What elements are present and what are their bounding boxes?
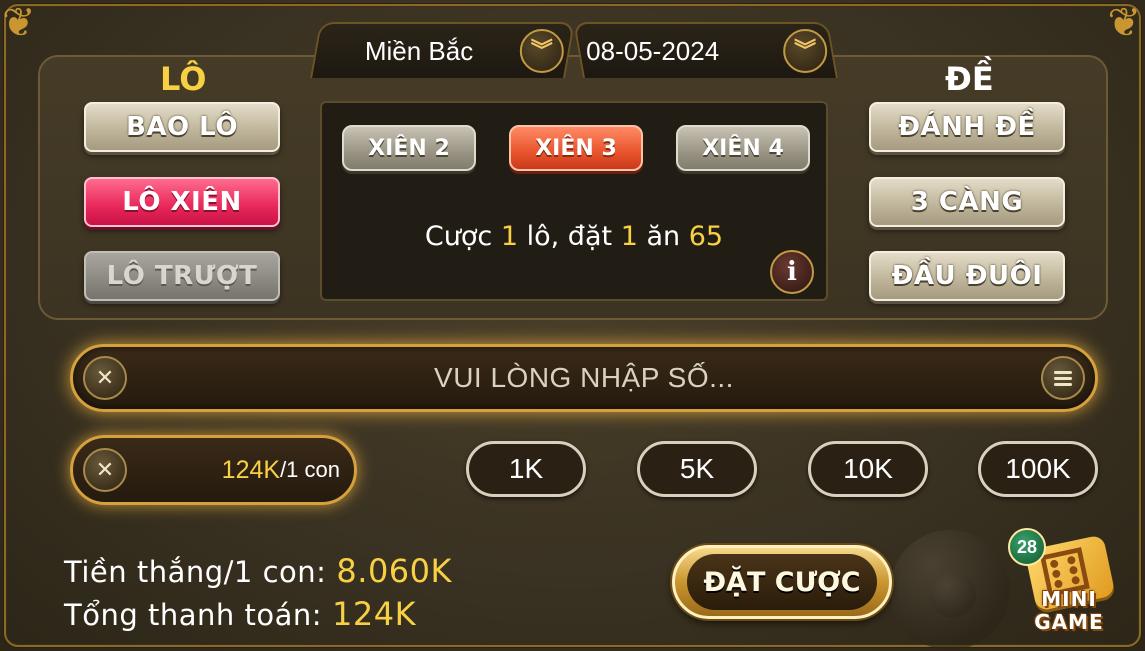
de-title: ĐỀ [945,60,994,98]
clear-icon[interactable]: ✕ [83,356,127,400]
chip-5k-button[interactable]: 5K [637,441,757,497]
corner-ornament-icon: ❦ [1107,0,1141,46]
xien-4-button[interactable]: XIÊN 4 [676,125,810,171]
region-selector[interactable]: Miền Bắc ︾ [310,22,575,78]
info-icon[interactable]: i [770,250,814,294]
xien-2-button[interactable]: XIÊN 2 [342,125,476,171]
date-label: 08-05-2024 [586,35,720,66]
chevron-down-icon[interactable]: ︾ [519,29,564,73]
lo-truot-button[interactable]: LÔ TRƯỢT [84,251,280,301]
amount-value: 124K/1 con [221,455,340,484]
win-per-unit: Tiền thắng/1 con: 8.060K [64,552,452,590]
mini-game-button[interactable]: 28 MINI GAME [1008,528,1126,646]
number-input-placeholder: VUI LÒNG NHẬP SỐ... [434,362,734,393]
xien-panel: XIÊN 2 XIÊN 3 XIÊN 4 Cược 1 lô, đặt 1 ăn… [320,101,828,301]
dau-duoi-button[interactable]: ĐẦU ĐUÔI [869,251,1065,301]
place-bet-label: ĐẶT CƯỢC [687,554,877,610]
decorative-ball [930,572,976,618]
region-label: Miền Bắc [364,35,474,66]
chip-100k-button[interactable]: 100K [978,441,1098,497]
corner-ornament-icon: ❦ [2,0,36,46]
clear-amount-icon[interactable]: ✕ [83,448,127,492]
lo-title: LÔ [160,60,207,98]
bao-lo-button[interactable]: BAO LÔ [84,102,280,152]
place-bet-button[interactable]: ĐẶT CƯỢC [672,545,892,619]
lo-xien-button[interactable]: LÔ XIÊN [84,177,280,227]
chip-10k-button[interactable]: 10K [808,441,928,497]
xien-3-button[interactable]: XIÊN 3 [509,125,643,171]
total-payment: Tổng thanh toán: 124K [64,595,417,633]
chip-1k-button[interactable]: 1K [466,441,586,497]
mini-game-label: MINI GAME [1034,587,1104,634]
3-cang-button[interactable]: 3 CÀNG [869,177,1065,227]
bet-rate-text: Cược 1 lô, đặt 1 ăn 65 [424,221,724,252]
date-selector[interactable]: 08-05-2024 ︾ [573,22,838,78]
list-icon[interactable] [1041,356,1085,400]
mini-game-badge: 28 [1008,528,1046,566]
danh-de-button[interactable]: ĐÁNH ĐỀ [869,102,1065,152]
chevron-down-icon[interactable]: ︾ [783,29,828,73]
number-input[interactable]: VUI LÒNG NHẬP SỐ... ✕ [70,344,1098,412]
amount-input[interactable]: ✕ 124K/1 con [70,435,357,505]
